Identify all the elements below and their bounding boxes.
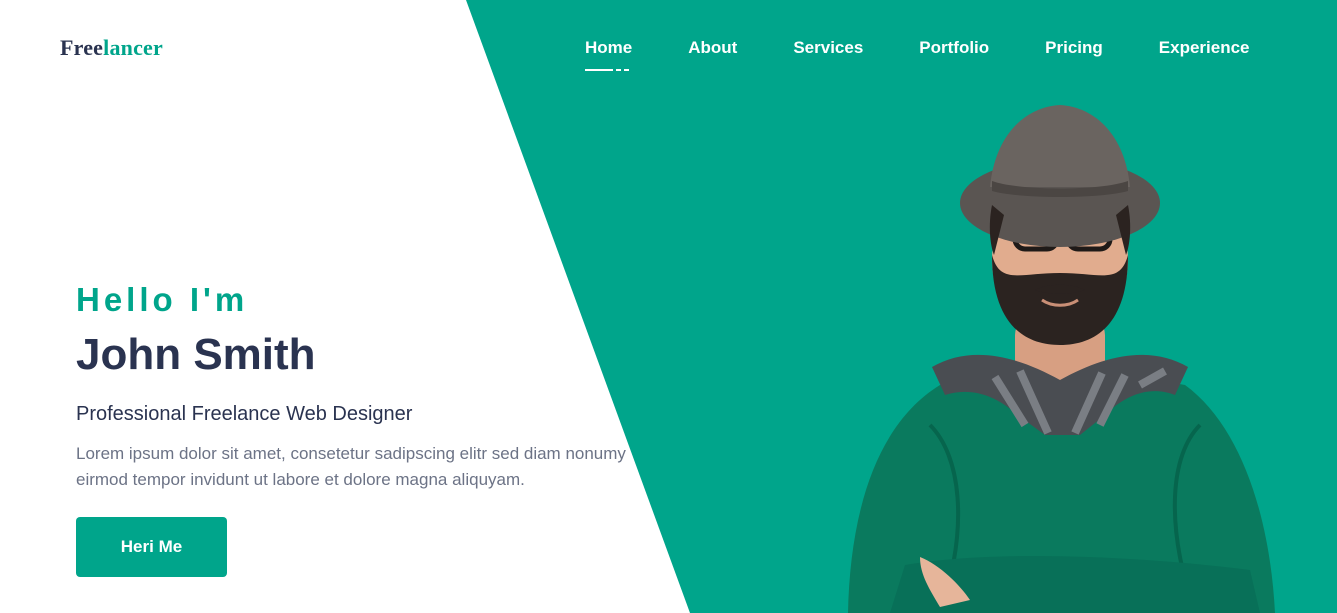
nav-item-about[interactable]: About [688, 38, 737, 58]
hero-role: Professional Freelance Web Designer [76, 403, 413, 425]
nav-item-portfolio[interactable]: Portfolio [919, 38, 989, 58]
nav-item-label: Pricing [1045, 38, 1103, 57]
hire-me-button[interactable]: Heri Me [76, 517, 227, 577]
logo-text-primary: Free [60, 35, 104, 60]
main-nav: Home About Services Portfolio Pricing Ex… [585, 38, 1250, 71]
nav-item-experience[interactable]: Experience [1159, 38, 1250, 58]
nav-item-label: Services [793, 38, 864, 57]
site-logo[interactable]: Freelancer [60, 35, 163, 61]
nav-item-label: Portfolio [919, 38, 990, 57]
hero-name: John Smith [76, 330, 316, 379]
nav-item-label: Experience [1158, 38, 1250, 57]
nav-item-label: Home [585, 38, 633, 57]
nav-item-services[interactable]: Services [793, 38, 863, 58]
logo-text-accent: lancer [103, 35, 163, 60]
nav-item-home[interactable]: Home [585, 38, 633, 71]
portrait-hat-crown [990, 105, 1130, 187]
hero-section: Freelancer Home About Services Portfolio… [0, 0, 1337, 613]
hero-intro: Hello I'm John Smith Professional Freela… [76, 280, 676, 493]
nav-item-pricing[interactable]: Pricing [1045, 38, 1103, 58]
hero-greeting: Hello I'm [76, 281, 249, 318]
active-nav-indicator [585, 69, 631, 71]
hero-description: Lorem ipsum dolor sit amet, consetetur s… [76, 444, 626, 489]
nav-item-label: About [688, 38, 738, 57]
profile-photo [848, 105, 1275, 613]
